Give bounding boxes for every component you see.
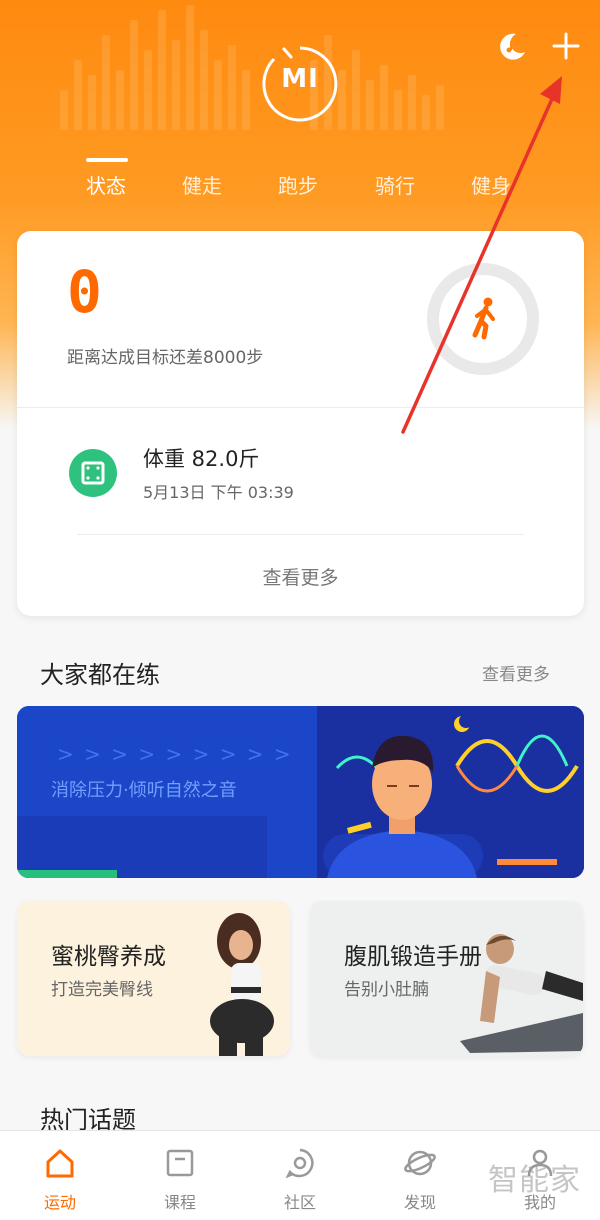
card-title: 腹肌锻造手册	[344, 944, 482, 970]
card-divider	[77, 534, 524, 535]
home-icon	[46, 1149, 74, 1178]
banner-arrows-decoration: > > > > > > > > >	[57, 742, 293, 766]
goal-remaining-text: 距离达成目标还差8000步	[67, 348, 264, 368]
nav-label: 社区	[283, 1193, 316, 1212]
nav-community[interactable]: 社区	[240, 1131, 360, 1220]
card-subtitle: 打造完美臀线	[51, 980, 153, 1000]
tab-cycle[interactable]: 骑行	[375, 170, 415, 199]
nav-label: 发现	[403, 1193, 436, 1212]
tab-fitness[interactable]: 健身	[471, 170, 511, 199]
relax-banner[interactable]: > > > > > > > > > 消除压力·倾听自然之音	[17, 706, 584, 878]
section-title: 大家都在练	[40, 661, 160, 689]
nav-course[interactable]: 课程	[120, 1131, 240, 1220]
nav-sport[interactable]: 运动	[0, 1131, 120, 1220]
card-subtitle: 告别小肚腩	[344, 980, 429, 1000]
sport-tabs: 状态 健走 跑步 骑行 健身	[0, 170, 600, 210]
program-card-abs[interactable]: 腹肌锻造手册 告别小肚腩	[310, 901, 583, 1056]
walk-progress-ring[interactable]	[427, 263, 539, 375]
discover-icon	[404, 1150, 436, 1176]
see-more-link[interactable]: 查看更多	[17, 563, 584, 590]
nav-label: 运动	[43, 1193, 76, 1212]
active-tab-indicator	[86, 158, 128, 162]
watermark: 智能家	[488, 1163, 581, 1198]
weight-scale-icon	[69, 449, 117, 497]
plus-icon[interactable]	[548, 28, 584, 64]
community-icon	[285, 1148, 314, 1179]
card-divider	[17, 407, 584, 408]
mi-logo: MI	[281, 64, 319, 94]
nav-discover[interactable]: 发现	[360, 1131, 480, 1220]
status-card: 0 距离达成目标还差8000步 体重 82.0斤 5月13日 下午 03:39 …	[17, 231, 584, 616]
banner-caption: 消除压力·倾听自然之音	[51, 780, 237, 801]
moon-music-icon[interactable]	[494, 28, 530, 64]
step-count[interactable]: 0	[67, 263, 102, 321]
program-card-glutes[interactable]: 蜜桃臀养成 打造完美臀线	[17, 901, 290, 1056]
tab-run[interactable]: 跑步	[278, 170, 318, 199]
weight-value[interactable]: 体重 82.0斤	[143, 443, 259, 473]
tab-status[interactable]: 状态	[86, 170, 126, 199]
weight-timestamp: 5月13日 下午 03:39	[143, 483, 294, 502]
tab-walk[interactable]: 健走	[182, 170, 222, 199]
nav-label: 课程	[163, 1193, 196, 1212]
card-title: 蜜桃臀养成	[51, 944, 166, 970]
walk-icon	[472, 297, 495, 340]
section-more-link[interactable]: 查看更多	[482, 660, 550, 685]
course-icon	[166, 1149, 194, 1177]
